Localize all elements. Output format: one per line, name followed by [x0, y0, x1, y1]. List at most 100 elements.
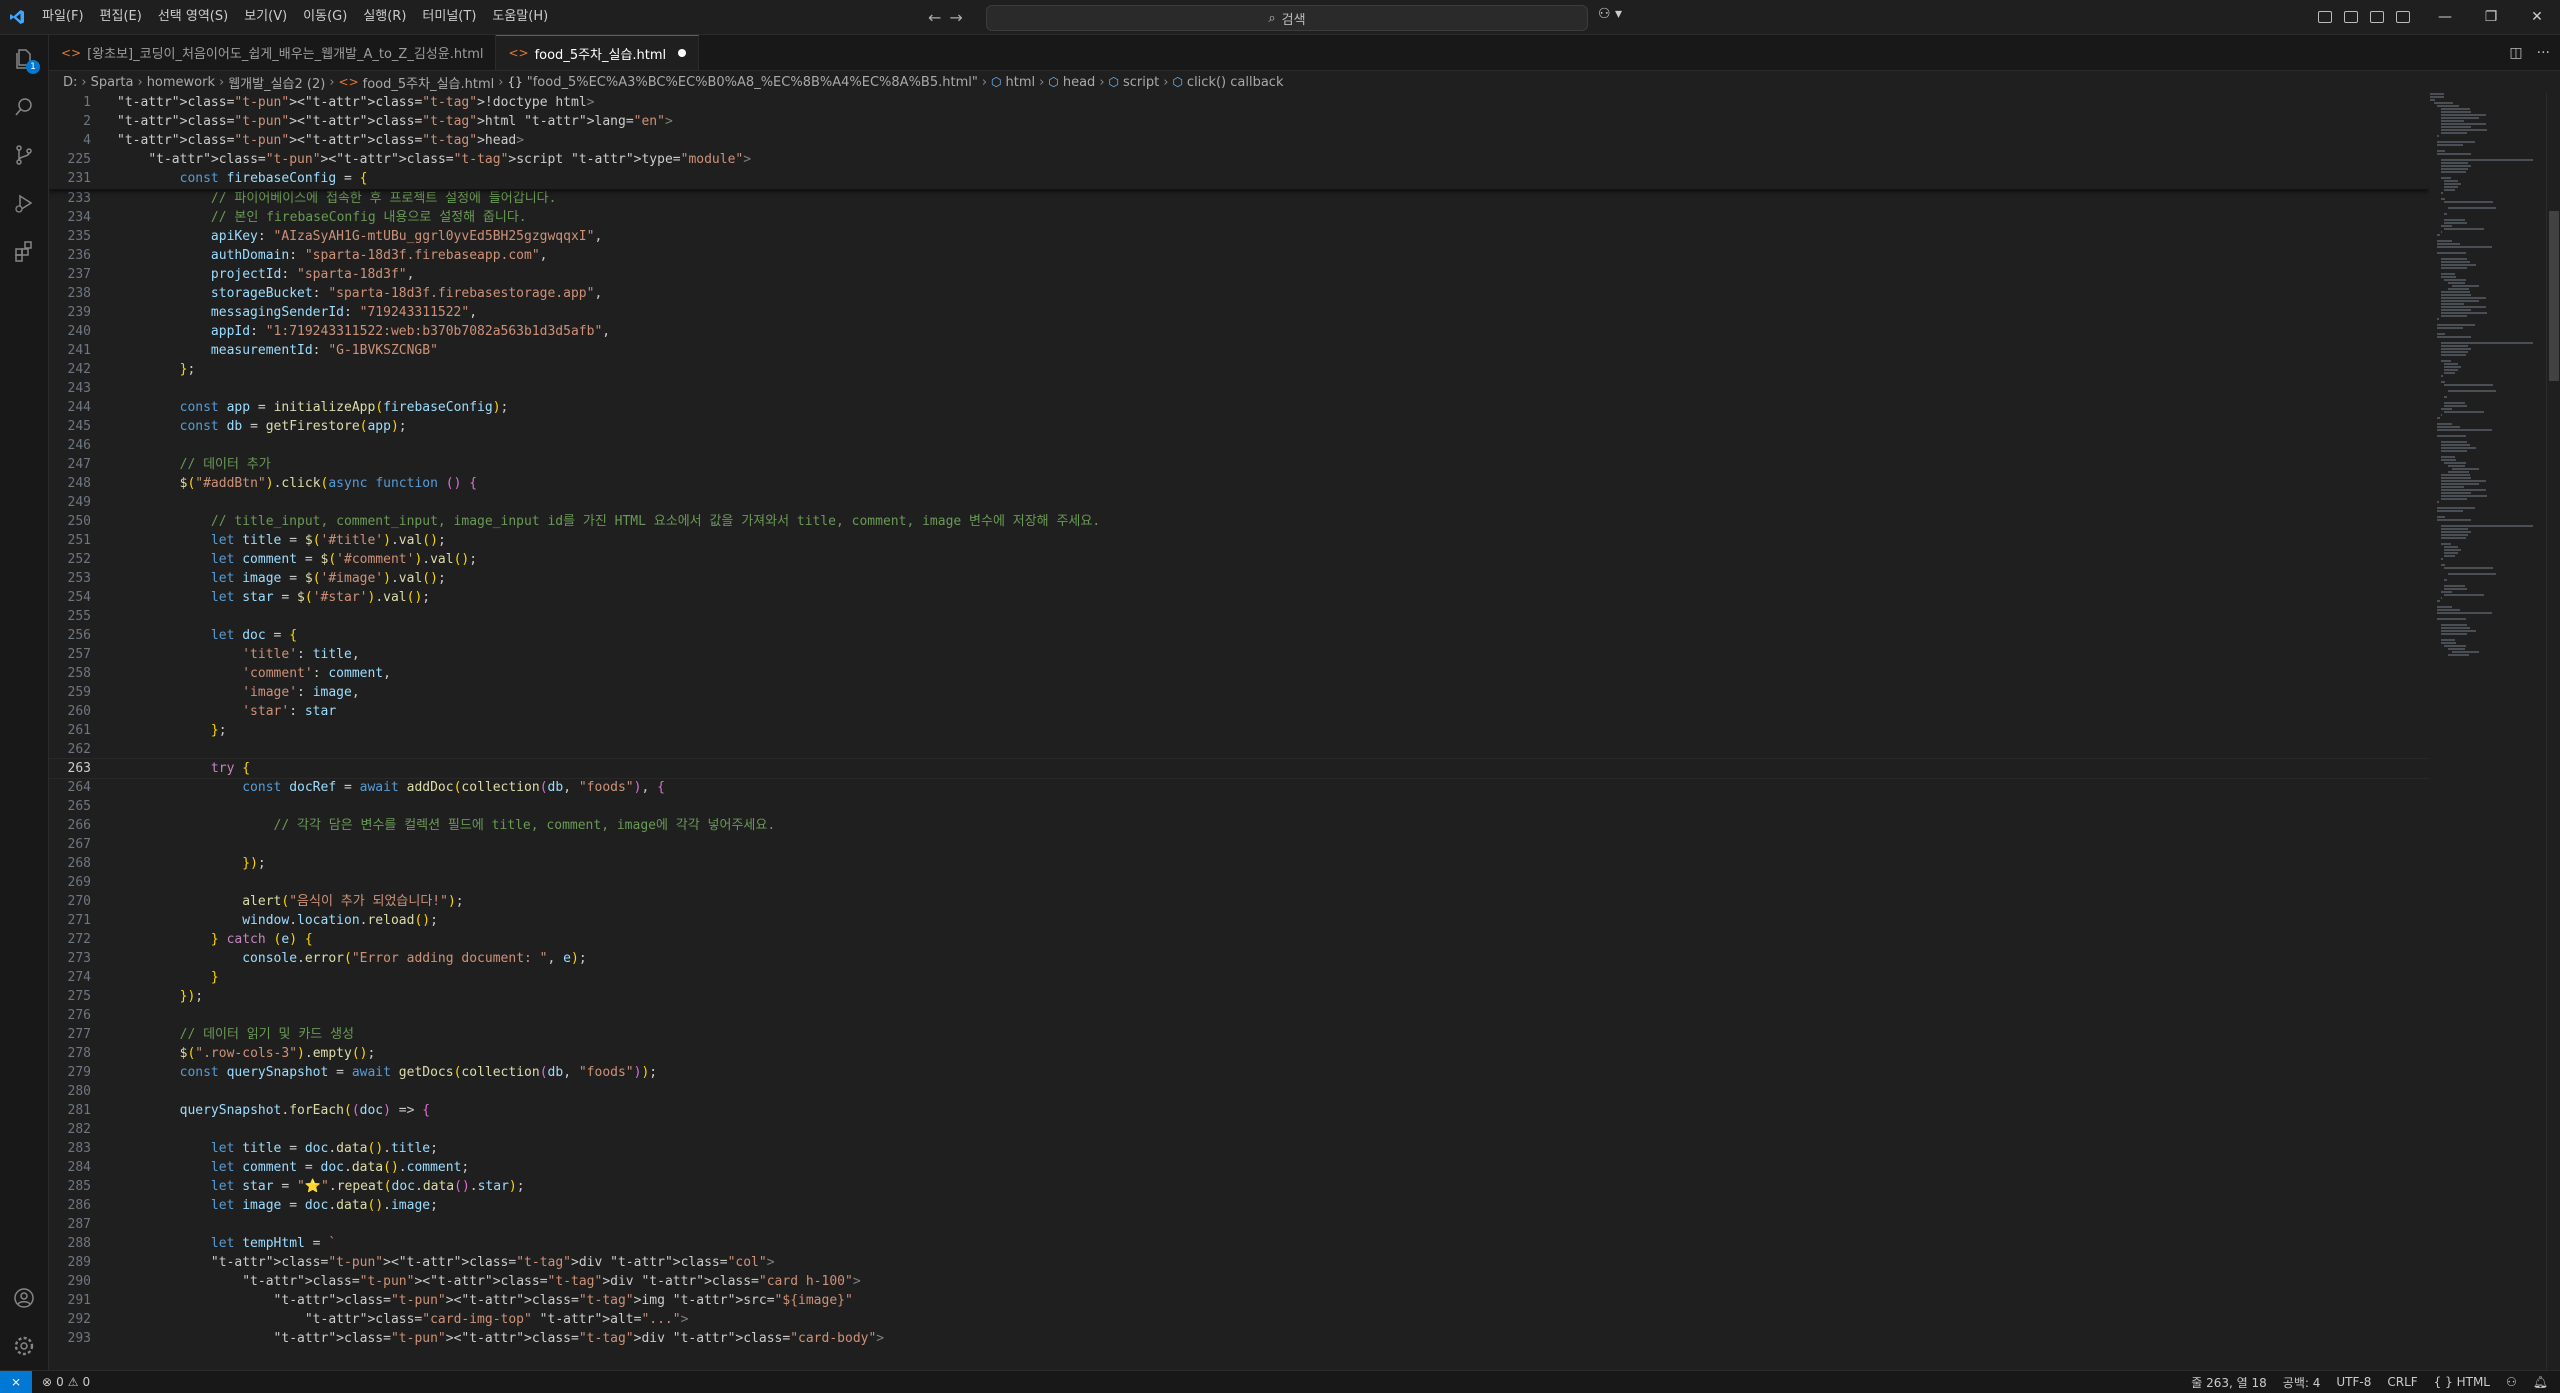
code-line[interactable]: 282	[49, 1120, 2429, 1139]
line-number[interactable]: 274	[49, 968, 117, 987]
code-line[interactable]: 246	[49, 436, 2429, 455]
line-number[interactable]: 266	[49, 816, 117, 835]
line-number[interactable]: 281	[49, 1101, 117, 1120]
breadcrumb-item[interactable]: 웹개발_실습2 (2)	[228, 73, 325, 92]
code-line[interactable]: 243	[49, 379, 2429, 398]
breadcrumb-item[interactable]: Sparta	[91, 75, 134, 90]
line-number[interactable]: 279	[49, 1063, 117, 1082]
line-number[interactable]: 257	[49, 645, 117, 664]
line-number[interactable]: 259	[49, 683, 117, 702]
line-code[interactable]: "t-attr">class="t-pun"><"t-attr">class="…	[117, 131, 524, 150]
breadcrumb-item[interactable]: click() callback	[1187, 75, 1284, 90]
line-number[interactable]: 260	[49, 702, 117, 721]
command-center-search[interactable]: ⌕ 검색	[986, 5, 1588, 31]
line-number[interactable]: 286	[49, 1196, 117, 1215]
line-code[interactable]: let star = "⭐".repeat(doc.data().star);	[117, 1177, 525, 1196]
line-code[interactable]: 'star': star	[117, 702, 336, 721]
line-number[interactable]: 4	[49, 131, 117, 150]
line-number[interactable]: 292	[49, 1310, 117, 1329]
line-number[interactable]: 239	[49, 303, 117, 322]
toggle-secondary-sidebar-icon[interactable]	[2396, 11, 2410, 23]
toggle-panel-icon[interactable]	[2370, 11, 2384, 23]
line-number[interactable]: 255	[49, 607, 117, 626]
code-line[interactable]: 234 // 본인 firebaseConfig 내용으로 설정해 줍니다.	[49, 208, 2429, 227]
code-line[interactable]: 291 "t-attr">class="t-pun"><"t-attr">cla…	[49, 1291, 2429, 1310]
menu-item-3[interactable]: 보기(V)	[236, 0, 295, 34]
code-line[interactable]: 276	[49, 1006, 2429, 1025]
line-code[interactable]: 'title': title,	[117, 645, 359, 664]
forward-arrow-icon[interactable]: →	[949, 8, 962, 27]
line-code[interactable]: };	[117, 721, 227, 740]
encoding[interactable]: UTF-8	[2336, 1375, 2371, 1389]
line-number[interactable]: 282	[49, 1120, 117, 1139]
line-number[interactable]: 237	[49, 265, 117, 284]
run-debug-icon[interactable]	[0, 179, 48, 227]
line-code[interactable]: "t-attr">class="t-pun"><"t-attr">class="…	[117, 1329, 885, 1348]
code-line[interactable]: 241 measurementId: "G-1BVKSZCNGB"	[49, 341, 2429, 360]
indentation[interactable]: 공백: 4	[2283, 1374, 2321, 1391]
line-number[interactable]: 236	[49, 246, 117, 265]
code-line[interactable]: 247 // 데이터 추가	[49, 455, 2429, 474]
line-code[interactable]: // 파이어베이스에 접속한 후 프로젝트 설정에 들어갑니다.	[117, 189, 557, 208]
code-line[interactable]: 237 projectId: "sparta-18d3f",	[49, 265, 2429, 284]
code-line[interactable]: 274 }	[49, 968, 2429, 987]
line-code[interactable]: const docRef = await addDoc(collection(d…	[117, 778, 665, 797]
code-line[interactable]: 264 const docRef = await addDoc(collecti…	[49, 778, 2429, 797]
breadcrumb-item[interactable]: html	[1006, 75, 1036, 90]
code-line[interactable]: 1 "t-attr">class="t-pun"><"t-attr">class=…	[49, 93, 2429, 112]
line-code[interactable]: let tempHtml = `	[117, 1234, 336, 1253]
line-code[interactable]: appId: "1:719243311522:web:b370b7082a563…	[117, 322, 610, 341]
line-number[interactable]: 241	[49, 341, 117, 360]
code-line[interactable]: 260 'star': star	[49, 702, 2429, 721]
line-code[interactable]: console.error("Error adding document: ",…	[117, 949, 586, 968]
code-line[interactable]: 231 const firebaseConfig = {	[49, 169, 2429, 188]
line-code[interactable]: apiKey: "AIzaSyAH1G-mtUBu_ggrl0yvEd5BH25…	[117, 227, 602, 246]
problems-indicator[interactable]: ⊗ 0 ⚠ 0	[32, 1375, 100, 1389]
code-line[interactable]: 275 });	[49, 987, 2429, 1006]
code-line[interactable]: 261 };	[49, 721, 2429, 740]
line-code[interactable]: let comment = $('#comment').val();	[117, 550, 477, 569]
line-number[interactable]: 287	[49, 1215, 117, 1234]
line-number[interactable]: 275	[49, 987, 117, 1006]
code-line[interactable]: 253 let image = $('#image').val();	[49, 569, 2429, 588]
menu-item-0[interactable]: 파일(F)	[34, 0, 92, 34]
line-number[interactable]: 256	[49, 626, 117, 645]
line-number[interactable]: 252	[49, 550, 117, 569]
menu-item-1[interactable]: 편집(E)	[92, 0, 150, 34]
code-line[interactable]: 289 "t-attr">class="t-pun"><"t-attr">cla…	[49, 1253, 2429, 1272]
breadcrumb-item[interactable]: D:	[63, 75, 77, 90]
line-number[interactable]: 278	[49, 1044, 117, 1063]
line-code[interactable]: let title = doc.data().title;	[117, 1139, 438, 1158]
code-line[interactable]: 4 "t-attr">class="t-pun"><"t-attr">class=…	[49, 131, 2429, 150]
code-line[interactable]: 240 appId: "1:719243311522:web:b370b7082…	[49, 322, 2429, 341]
menu-item-6[interactable]: 터미널(T)	[414, 0, 484, 34]
line-number[interactable]: 271	[49, 911, 117, 930]
line-number[interactable]: 285	[49, 1177, 117, 1196]
code-line[interactable]: 268 });	[49, 854, 2429, 873]
line-number[interactable]: 263	[49, 759, 117, 778]
line-code[interactable]: alert("음식이 추가 되었습니다!");	[117, 892, 463, 911]
line-number[interactable]: 272	[49, 930, 117, 949]
line-number[interactable]: 270	[49, 892, 117, 911]
line-number[interactable]: 2	[49, 112, 117, 131]
code-line[interactable]: 235 apiKey: "AIzaSyAH1G-mtUBu_ggrl0yvEd5…	[49, 227, 2429, 246]
line-code[interactable]: // 데이터 읽기 및 카드 생성	[117, 1025, 354, 1044]
search-icon[interactable]	[0, 83, 48, 131]
line-number[interactable]: 284	[49, 1158, 117, 1177]
code-line[interactable]: 238 storageBucket: "sparta-18d3f.firebas…	[49, 284, 2429, 303]
line-code[interactable]: let star = $('#star').val();	[117, 588, 430, 607]
line-code[interactable]: let doc = {	[117, 626, 297, 645]
copilot-icon[interactable]: ⚇ ▾	[1598, 6, 1622, 22]
restore-button[interactable]: ❐	[2468, 0, 2514, 34]
line-number[interactable]: 225	[49, 150, 117, 169]
code-line[interactable]: 257 'title': title,	[49, 645, 2429, 664]
toggle-primary-sidebar-icon[interactable]	[2344, 11, 2358, 23]
line-code[interactable]: "t-attr">class="t-pun"><"t-attr">class="…	[117, 1253, 775, 1272]
menu-item-7[interactable]: 도움말(H)	[484, 0, 556, 34]
extensions-icon[interactable]	[0, 227, 48, 275]
source-control-icon[interactable]	[0, 131, 48, 179]
code-line[interactable]: 225 "t-attr">class="t-pun"><"t-attr">cla…	[49, 150, 2429, 169]
line-number[interactable]: 253	[49, 569, 117, 588]
code-line[interactable]: 258 'comment': comment,	[49, 664, 2429, 683]
line-code[interactable]: "t-attr">class="t-pun"><"t-attr">class="…	[117, 1291, 853, 1310]
